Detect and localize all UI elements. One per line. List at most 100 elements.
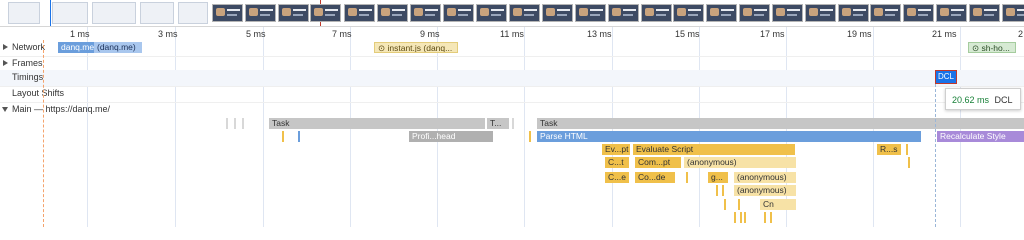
tooltip-time: 20.62 ms <box>952 95 990 105</box>
script-sliver[interactable] <box>722 185 724 196</box>
track-layout-shifts[interactable]: Layout Shifts <box>0 86 1024 103</box>
flame-recalculate-style[interactable]: Recalculate Style <box>937 131 1024 142</box>
filmstrip-thumbnail[interactable] <box>641 4 672 22</box>
filmstrip-thumbnail[interactable] <box>706 4 737 22</box>
script-sliver[interactable] <box>738 199 740 210</box>
track-main-label[interactable]: Main — https://danq.me/ <box>12 104 110 114</box>
filmstrip-thumbnail[interactable] <box>838 4 869 22</box>
filmstrip-thumbnail[interactable] <box>805 4 836 22</box>
dcl-tooltip: 20.62 ms DCL <box>945 88 1021 110</box>
flame-profile-head[interactable]: Profi...head <box>409 131 493 142</box>
script-sliver[interactable] <box>724 199 726 210</box>
filmstrip-thumbnail[interactable] <box>245 4 276 22</box>
script-sliver[interactable] <box>740 212 742 223</box>
flame-task[interactable]: Task <box>537 118 1024 129</box>
track-network-label[interactable]: Network <box>12 42 45 52</box>
dcl-marker[interactable]: DCL <box>935 70 957 84</box>
filmstrip-thumbnail[interactable] <box>903 4 934 22</box>
script-sliver[interactable] <box>282 131 284 142</box>
filmstrip-thumbnail[interactable] <box>739 4 770 22</box>
overview-empty-frame <box>8 2 40 24</box>
filmstrip-thumbnail[interactable] <box>509 4 540 22</box>
network-request-html[interactable]: danq.me <box>58 42 94 53</box>
script-sliver[interactable] <box>908 157 910 168</box>
overview-empty-frame <box>92 2 136 24</box>
ruler-tick-label: 7 ms <box>332 29 352 39</box>
filmstrip-thumbnail[interactable] <box>278 4 309 22</box>
flame-anonymous[interactable]: (anonymous) <box>734 172 796 183</box>
flame-evaluate-script[interactable]: Evaluate Script <box>633 144 795 155</box>
expand-arrow-icon[interactable] <box>3 60 8 66</box>
flame-anonymous[interactable]: (anonymous) <box>684 157 796 168</box>
flame-function-cn[interactable]: Cn <box>760 199 796 210</box>
ruler-tick-label: 17 ms <box>760 29 785 39</box>
track-frames-label[interactable]: Frames <box>12 58 43 68</box>
filmstrip-thumbnail[interactable] <box>772 4 803 22</box>
track-layout-shifts-label[interactable]: Layout Shifts <box>12 88 64 98</box>
track-timings-label[interactable]: Timings <box>12 72 43 82</box>
filmstrip-thumbnail[interactable] <box>969 4 1000 22</box>
ruler-tick-label: 2 <box>1018 29 1024 39</box>
script-sliver[interactable] <box>734 212 736 223</box>
ruler-tick-label: 19 ms <box>847 29 872 39</box>
script-sliver[interactable] <box>744 212 746 223</box>
flame-cache-code[interactable]: C...e <box>605 172 629 183</box>
ruler-tick-label: 1 ms <box>70 29 90 39</box>
overview-empty-frame <box>52 2 88 24</box>
marker-line-first-paint <box>43 40 45 227</box>
filmstrip-thumbnail[interactable] <box>608 4 639 22</box>
filmstrip-thumbnail[interactable] <box>310 4 341 22</box>
filmstrip-thumbnail[interactable] <box>575 4 606 22</box>
filmstrip-thumbnail[interactable] <box>377 4 408 22</box>
track-main[interactable]: Main — https://danq.me/ <box>0 102 1024 118</box>
task-sliver[interactable] <box>226 118 228 129</box>
task-sliver[interactable] <box>512 118 514 129</box>
track-timings[interactable]: Timings <box>0 70 1024 87</box>
ruler-tick-label: 13 ms <box>587 29 612 39</box>
flame-evaluate-script[interactable]: Ev...pt <box>602 144 630 155</box>
filmstrip-thumbnail[interactable] <box>443 4 474 22</box>
task-sliver[interactable] <box>234 118 236 129</box>
collapse-arrow-icon[interactable] <box>2 107 8 112</box>
overview-filmstrip[interactable] <box>0 0 1024 27</box>
flame-parse-html[interactable]: Parse HTML <box>537 131 921 142</box>
ruler-tick-label: 15 ms <box>675 29 700 39</box>
flame-anonymous[interactable]: (anonymous) <box>734 185 796 196</box>
script-sliver[interactable] <box>716 185 718 196</box>
flame-compile[interactable]: C...t <box>605 157 629 168</box>
script-sliver[interactable] <box>770 212 772 223</box>
ruler-tick-label: 11 ms <box>500 29 524 39</box>
overview-empty-frame <box>178 2 208 24</box>
script-sliver[interactable] <box>764 212 766 223</box>
flame-task[interactable]: T... <box>487 118 509 129</box>
filmstrip-thumbnail[interactable] <box>476 4 507 22</box>
script-sliver[interactable] <box>906 144 908 155</box>
ruler-tick-label: 9 ms <box>420 29 440 39</box>
filmstrip-thumbnail[interactable] <box>673 4 704 22</box>
filmstrip-thumbnail[interactable] <box>870 4 901 22</box>
filmstrip-thumbnail[interactable] <box>410 4 441 22</box>
parse-sliver[interactable] <box>298 131 300 142</box>
script-sliver[interactable] <box>529 131 531 142</box>
network-request-script[interactable]: ⊙ instant.js (danq... <box>374 42 458 53</box>
network-request-html-wait[interactable]: (danq.me) <box>94 42 142 53</box>
flame-function-g[interactable]: g... <box>708 172 728 183</box>
flame-compile-script[interactable]: Com...pt <box>635 157 681 168</box>
filmstrip-thumbnail[interactable] <box>212 4 243 22</box>
filmstrip-thumbnail[interactable] <box>1002 4 1024 22</box>
filmstrip-thumbnail[interactable] <box>936 4 967 22</box>
flame-recalc-script[interactable]: R...s <box>877 144 901 155</box>
filmstrip-thumbnail[interactable] <box>344 4 375 22</box>
overview-marker-fcp <box>50 0 51 26</box>
network-request-resource[interactable]: ⊙ sh-ho... <box>968 42 1016 53</box>
expand-arrow-icon[interactable] <box>3 44 8 50</box>
filmstrip-thumbnail[interactable] <box>542 4 573 22</box>
script-sliver[interactable] <box>686 172 688 183</box>
ruler-tick-label: 21 ms <box>932 29 957 39</box>
time-ruler: 1 ms 3 ms 5 ms 7 ms 9 ms 11 ms 13 ms 15 ms 17 ms… <box>0 27 1024 40</box>
flame-code[interactable]: Co...de <box>635 172 675 183</box>
tooltip-event: DCL <box>994 95 1013 105</box>
task-sliver[interactable] <box>242 118 244 129</box>
flame-task[interactable]: Task <box>269 118 485 129</box>
track-network[interactable]: Network danq.me (danq.me) ⊙ instant.js (… <box>0 40 1024 57</box>
